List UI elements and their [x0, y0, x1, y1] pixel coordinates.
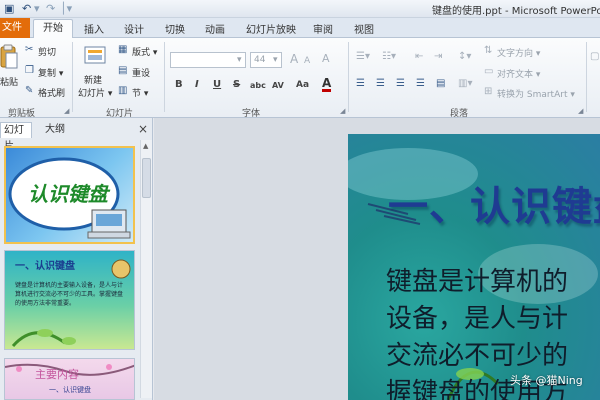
line-spacing-icon[interactable]: ↕▾ — [458, 51, 471, 63]
section-button[interactable]: 节 ▾ — [132, 86, 148, 99]
separator — [164, 42, 165, 112]
tab-outline-panel[interactable]: 大纲 — [42, 122, 68, 138]
reset-icon: ▤ — [118, 65, 128, 76]
cut-button[interactable]: 剪切 — [38, 45, 56, 58]
italic-button[interactable]: I — [195, 79, 199, 90]
change-case-button[interactable]: Aa — [296, 80, 309, 90]
undo-icon[interactable]: ↶ — [22, 2, 31, 16]
bullets-icon[interactable]: ☰▾ — [356, 51, 370, 63]
align-text-icon: ▭ — [484, 66, 494, 77]
slide-title[interactable]: 一、认识键盘 — [388, 174, 600, 232]
align-text-button[interactable]: 对齐文本 ▾ — [497, 67, 540, 80]
font-name-dropdown-icon: ▾ — [237, 55, 242, 65]
new-slide-button[interactable]: 新建 幻灯片 ▾ — [78, 42, 112, 100]
powerpoint-window: ▣ ↶ ▾ ↷ │▾ 键盘的使用.ppt - Microsoft PowerPo… — [0, 0, 600, 400]
underline-button[interactable]: U — [213, 79, 221, 90]
tab-insert[interactable]: 插入 — [84, 21, 104, 36]
tab-animations[interactable]: 动画 — [205, 21, 225, 36]
increase-indent-icon[interactable]: ⇥ — [434, 51, 442, 63]
align-right-icon[interactable]: ☰ — [396, 78, 405, 90]
slide-thumbnail-3[interactable]: 主要内容 一、认识键盘 — [4, 358, 135, 400]
slide-body-line: 设备，是人与计 — [386, 304, 569, 334]
font-size-value: 44 — [254, 55, 266, 65]
close-panel-icon[interactable]: × — [138, 122, 148, 136]
smartart-icon: ⊞ — [484, 86, 493, 97]
justify-icon[interactable]: ☰ — [416, 78, 425, 90]
shrink-font-button[interactable]: A — [304, 55, 310, 67]
undo-dropdown-icon[interactable]: ▾ — [34, 2, 40, 16]
bold-button[interactable]: B — [175, 79, 183, 90]
smartart-button[interactable]: 转换为 SmartArt ▾ — [497, 87, 575, 100]
font-size-dropdown-icon: ▾ — [273, 55, 278, 65]
tab-home[interactable]: 开始 — [33, 19, 73, 39]
tab-review[interactable]: 审阅 — [313, 21, 333, 36]
paste-button[interactable]: 粘贴 — [0, 42, 22, 100]
tab-design[interactable]: 设计 — [124, 21, 144, 36]
thumb3-title: 主要内容 — [35, 368, 79, 381]
format-painter-icon: ✎ — [25, 85, 34, 96]
copy-button[interactable]: 复制 ▾ — [38, 66, 63, 79]
font-name-box[interactable]: ▾ — [170, 52, 246, 68]
text-direction-button[interactable]: 文字方向 ▾ — [497, 46, 540, 59]
font-color-button[interactable]: A — [322, 77, 332, 92]
slide-body-line: 交流必不可少的 — [386, 341, 569, 371]
shadow-button[interactable]: abc — [250, 81, 266, 90]
panel-scrollbar[interactable]: ▲ — [140, 140, 152, 398]
section-icon: ▥ — [118, 85, 128, 96]
decrease-indent-icon[interactable]: ⇤ — [415, 51, 423, 63]
thumb1-title: 认识键盘 — [28, 182, 108, 206]
strikethrough-button[interactable]: S — [233, 79, 240, 90]
ribbon-tabs: 文件 开始 插入 设计 切换 动画 幻灯片放映 审阅 视图 — [0, 18, 600, 39]
layout-icon: ▦ — [118, 44, 128, 55]
grow-font-button[interactable]: A — [290, 53, 298, 65]
window-title: 键盘的使用.ppt - Microsoft PowerPoi — [432, 6, 600, 17]
tab-slideshow[interactable]: 幻灯片放映 — [246, 21, 296, 36]
char-spacing-button[interactable]: AV — [272, 81, 284, 90]
scroll-up-icon[interactable]: ▲ — [143, 142, 148, 150]
title-bar: ▣ ↶ ▾ ↷ │▾ 键盘的使用.ppt - Microsoft PowerPo… — [0, 0, 600, 18]
new-slide-label: 新建 — [84, 76, 103, 86]
text-direction-icon: ⇅ — [484, 45, 493, 56]
thumb2-body: 键盘是计算机的主要输入设备，是人与计算机进行交流必不可少的工具。掌握键盘的使用方… — [15, 282, 124, 307]
layout-button[interactable]: 版式 ▾ — [132, 45, 157, 58]
thumb3-subtitle: 一、认识键盘 — [49, 386, 91, 394]
align-left-icon[interactable]: ☰ — [356, 78, 365, 90]
redo-icon[interactable]: ↷ — [46, 2, 55, 16]
tab-slides-panel[interactable]: 幻灯片 — [0, 122, 32, 152]
separator — [348, 42, 349, 112]
reset-button[interactable]: 重设 — [132, 66, 150, 79]
font-launcher-icon[interactable]: ◢ — [340, 107, 345, 115]
ribbon: 粘贴 ✂ 剪切 ❐ 复制 ▾ ✎ 格式刷 剪贴板 ◢ 新建 幻灯片 ▾ ▦ 版式… — [0, 38, 600, 119]
slide-body-line: 键盘是计算机的 — [386, 267, 569, 297]
distributed-icon[interactable]: ▤ — [436, 78, 445, 90]
clipboard-launcher-icon[interactable]: ◢ — [64, 107, 69, 115]
clear-format-button[interactable]: A — [322, 53, 330, 65]
paste-icon — [0, 44, 18, 69]
new-slide-icon — [84, 46, 106, 64]
slide-thumbnail-1[interactable]: 认识键盘 — [4, 146, 135, 244]
watermark: 头条 @猫Ning — [510, 374, 583, 387]
copy-icon: ❐ — [25, 65, 34, 76]
tab-file[interactable]: 文件 — [0, 18, 30, 38]
cut-icon: ✂ — [25, 44, 34, 55]
separator — [586, 42, 587, 112]
save-icon[interactable]: ▣ — [4, 2, 14, 16]
format-painter-button[interactable]: 格式刷 — [38, 86, 65, 99]
paragraph-launcher-icon[interactable]: ◢ — [578, 107, 583, 115]
current-slide[interactable]: 一、认识键盘 键盘是计算机的 设备，是人与计 交流必不可少的 握键盘的使用方 — [348, 134, 600, 400]
new-slide-label-2: 幻灯片 ▾ — [78, 89, 113, 99]
tab-view[interactable]: 视图 — [354, 21, 374, 36]
tab-transitions[interactable]: 切换 — [165, 21, 185, 36]
align-center-icon[interactable]: ☰ — [376, 78, 385, 90]
paste-label: 粘贴 — [0, 78, 19, 88]
scroll-thumb[interactable] — [142, 158, 151, 198]
customize-qat-icon[interactable]: │▾ — [60, 2, 72, 16]
font-size-box[interactable]: 44 ▾ — [250, 52, 282, 68]
drawing-shapes-icon[interactable]: ▢ — [590, 51, 599, 63]
numbering-icon[interactable]: ☷▾ — [382, 51, 396, 63]
separator — [72, 42, 73, 112]
slide-thumbnail-2[interactable]: 一、认识键盘 键盘是计算机的主要输入设备，是人与计算机进行交流必不可少的工具。掌… — [4, 250, 135, 350]
columns-icon[interactable]: ▥▾ — [458, 78, 472, 90]
